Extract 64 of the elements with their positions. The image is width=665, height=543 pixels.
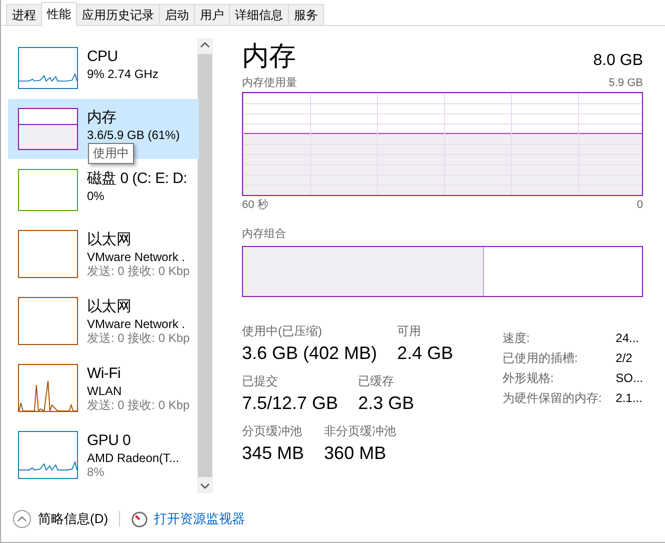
sidebar-item[interactable]: 以太网 VMware Network . 发送: 0 接收: 0 Kbp — [8, 221, 199, 287]
stat-value: 3.6 GB (402 MB) — [242, 342, 378, 365]
scroll-thumb[interactable] — [198, 54, 212, 477]
stat-label: 分页缓冲池 — [242, 423, 303, 440]
panel-title: 内存 — [242, 40, 296, 73]
spec-label: 速度: — [502, 330, 531, 347]
stat-label: 已缓存 — [358, 373, 396, 390]
spec-value: SO... — [616, 370, 643, 387]
item-detail: 发送: 0 接收: 0 Kbp — [87, 398, 190, 412]
item-title: 以太网 — [87, 297, 132, 317]
stat-label: 已提交 — [242, 373, 279, 390]
time-axis-start: 60 秒 — [242, 198, 268, 212]
item-detail: WLAN — [87, 384, 123, 398]
spec-label: 已使用的插槽: — [502, 350, 579, 367]
graph-label: 内存使用量 — [242, 76, 297, 90]
stat-value: 7.5/12.7 GB — [242, 392, 338, 415]
tooltip: 使用中 — [88, 143, 134, 164]
item-detail: VMware Network . — [87, 317, 186, 331]
tab[interactable]: 启动 — [159, 4, 195, 25]
item-detail: 9% 2.74 GHz — [87, 67, 158, 81]
scrollbar[interactable] — [197, 38, 213, 493]
tab[interactable]: 详细信息 — [229, 4, 289, 25]
tab[interactable]: 服务 — [288, 4, 324, 25]
item-detail: VMware Network . — [87, 250, 186, 264]
graph-max: 5.9 GB — [608, 76, 643, 90]
summary-button[interactable]: 简略信息(D) — [38, 510, 108, 528]
stat-value: 345 MB — [242, 442, 304, 465]
sidebar-item[interactable]: GPU 0 AMD Radeon(T... 8% — [8, 422, 199, 488]
item-detail: AMD Radeon(T... — [87, 451, 180, 465]
sidebar-item[interactable]: CPU 9% 2.74 GHz — [8, 38, 199, 98]
time-axis-end: 0 — [636, 198, 643, 212]
stat-label: 非分页缓冲池 — [324, 423, 396, 440]
item-title: CPU — [87, 47, 119, 67]
item-detail: 8% — [87, 465, 106, 479]
spec-label: 外形规格: — [502, 370, 555, 387]
spec-value: 24... — [616, 330, 640, 347]
stat-label: 可用 — [397, 323, 422, 340]
tab[interactable]: 用户 — [194, 4, 230, 25]
item-detail: 发送: 0 接收: 0 Kbp — [87, 331, 190, 345]
item-detail: 0% — [87, 189, 106, 203]
stat-value: 2.4 GB — [397, 342, 454, 365]
item-title: 磁盘 0 (C: E: D: — [87, 169, 187, 189]
item-title: GPU 0 — [87, 431, 132, 451]
item-title: 以太网 — [87, 230, 132, 250]
spec-value: 2/2 — [616, 350, 634, 367]
stat-value: 2.3 GB — [358, 392, 414, 415]
spec-value: 2.1... — [616, 390, 643, 407]
spec-label: 为硬件保留的内存: — [502, 390, 602, 407]
tab[interactable]: 性能 — [41, 2, 77, 26]
tab[interactable]: 应用历史记录 — [76, 4, 160, 25]
stat-value: 360 MB — [324, 442, 388, 465]
collapse-icon[interactable] — [12, 509, 32, 529]
sidebar-item[interactable]: 以太网 VMware Network . 发送: 0 接收: 0 Kbp — [8, 288, 199, 354]
tab[interactable]: 进程 — [6, 4, 42, 25]
item-title: Wi-Fi — [87, 364, 122, 384]
sidebar-item[interactable]: Wi-Fi WLAN 发送: 0 接收: 0 Kbp — [8, 355, 199, 421]
item-detail: 发送: 0 接收: 0 Kbp — [87, 264, 190, 278]
total-memory: 8.0 GB — [593, 52, 643, 70]
resource-monitor-link[interactable]: 打开资源监视器 — [154, 510, 246, 528]
gauge-icon — [131, 510, 148, 528]
composition-label: 内存组合 — [242, 227, 287, 241]
item-detail: 3.6/5.9 GB (61%) — [87, 128, 180, 142]
item-title: 内存 — [87, 108, 118, 128]
stat-label: 使用中(已压缩) — [242, 323, 323, 340]
